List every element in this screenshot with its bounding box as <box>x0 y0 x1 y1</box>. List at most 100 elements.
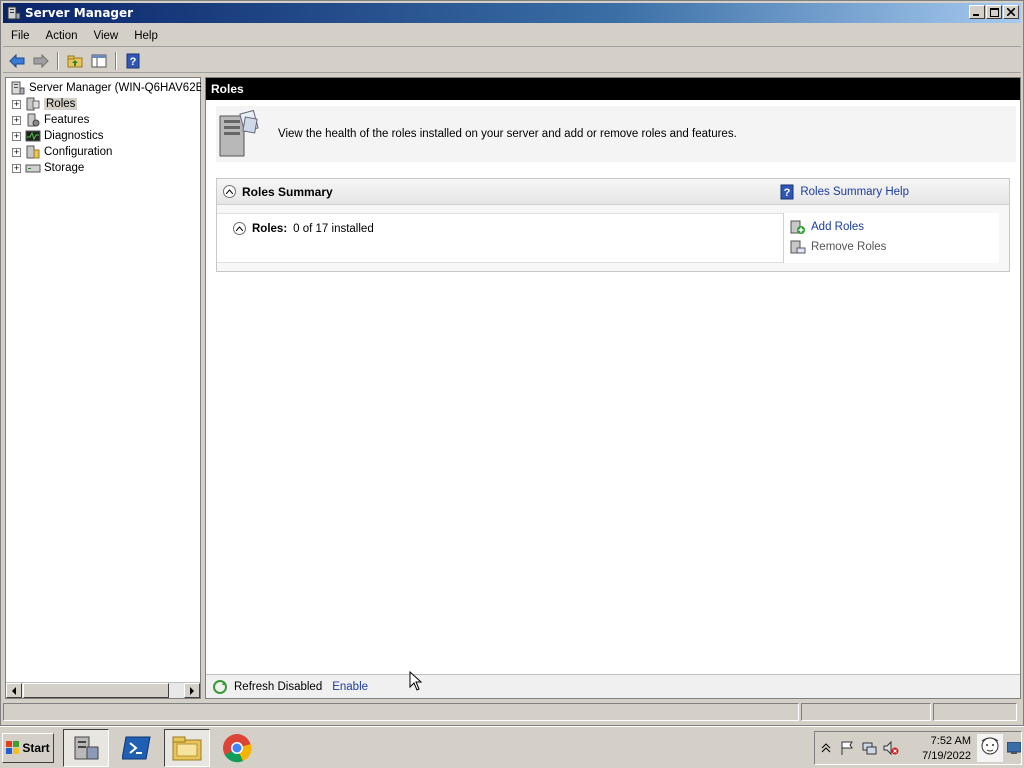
user-avatar-icon[interactable] <box>977 734 1003 762</box>
expand-icon[interactable]: + <box>12 163 21 173</box>
status-bar <box>3 703 1021 721</box>
scroll-left-icon <box>12 686 16 695</box>
taskbar: Start 7:52 AM 7/19/2022 <box>0 726 1024 768</box>
roles-label: Roles: <box>252 222 288 235</box>
clock-time: 7:52 AM <box>930 735 971 747</box>
tree-item-configuration[interactable]: + Configuration <box>12 144 112 160</box>
windows-logo-icon <box>6 741 20 754</box>
folder-up-icon <box>67 55 83 67</box>
close-icon <box>1007 8 1015 16</box>
expand-icon[interactable]: + <box>12 115 21 125</box>
remove-roles-label: Remove Roles <box>811 241 887 253</box>
taskbar-server-manager[interactable] <box>63 729 109 767</box>
chevron-up-icon <box>226 189 233 194</box>
mouse-cursor-icon <box>409 670 423 694</box>
tree-item-label: Storage <box>44 162 85 174</box>
close-button[interactable] <box>1003 5 1019 19</box>
toolbar-separator <box>115 51 117 70</box>
tree-item-features[interactable]: + Features <box>12 112 89 128</box>
scroll-left-button[interactable] <box>6 683 22 698</box>
svg-text:?: ? <box>784 187 791 199</box>
back-button[interactable] <box>7 51 27 71</box>
roles-summary-header: Roles Summary ? Roles Summary Help <box>217 179 1009 205</box>
intro-banner: View the health of the roles installed o… <box>216 106 1016 162</box>
title-bar[interactable]: Server Manager <box>3 3 1021 23</box>
tree-item-roles[interactable]: + Roles <box>12 96 78 112</box>
server-roles-illustration-icon <box>219 109 259 157</box>
roles-summary-help-link[interactable]: ? Roles Summary Help <box>780 184 909 200</box>
volume-muted-icon[interactable] <box>883 740 899 756</box>
features-icon <box>27 113 40 127</box>
roles-actions-panel: Add Roles Remove Roles <box>783 213 999 263</box>
collapse-roles-button[interactable] <box>233 222 246 235</box>
roles-content-pane: Roles View the health of the roles insta… <box>205 77 1021 699</box>
up-folder-button[interactable] <box>65 51 85 71</box>
taskbar-file-explorer[interactable] <box>164 729 210 767</box>
refresh-status-text: Refresh Disabled <box>234 680 323 693</box>
forward-button[interactable] <box>31 51 51 71</box>
menu-action[interactable]: Action <box>38 30 86 42</box>
status-cell <box>801 703 931 721</box>
roles-installed-count: 0 of 17 installed <box>293 222 374 235</box>
tree-root-label: Server Manager (WIN-Q6HAV62BVI <box>29 82 215 94</box>
taskbar-chrome[interactable] <box>214 729 260 767</box>
expand-icon[interactable]: + <box>12 99 21 109</box>
collapse-roles-summary-button[interactable] <box>223 185 236 198</box>
status-cell <box>3 703 799 721</box>
toolbar-separator <box>57 51 59 70</box>
network-icon[interactable] <box>861 740 877 756</box>
scroll-right-button[interactable] <box>184 683 200 698</box>
tree-item-label: Diagnostics <box>44 130 104 142</box>
taskbar-powershell[interactable] <box>114 729 160 767</box>
tree-horizontal-scrollbar[interactable] <box>6 682 200 698</box>
minimize-button[interactable] <box>969 5 985 19</box>
action-center-flag-icon[interactable] <box>839 740 855 756</box>
enable-refresh-link[interactable]: Enable <box>332 681 368 693</box>
start-button[interactable]: Start <box>2 733 54 763</box>
tree-item-diagnostics[interactable]: + Diagnostics <box>12 128 103 144</box>
server-manager-icon <box>7 6 21 20</box>
tree-root[interactable]: Server Manager (WIN-Q6HAV62BVI <box>10 80 214 96</box>
scroll-right-icon <box>190 686 194 695</box>
add-roles-icon <box>790 220 805 234</box>
add-roles-label: Add Roles <box>811 221 865 233</box>
svg-text:?: ? <box>130 56 137 68</box>
remove-roles-link[interactable]: Remove Roles <box>790 237 993 257</box>
add-roles-link[interactable]: Add Roles <box>790 217 993 237</box>
server-manager-icon <box>74 736 99 760</box>
menu-help[interactable]: Help <box>126 30 166 42</box>
expand-icon[interactable]: + <box>12 131 21 141</box>
roles-count-line: Roles: 0 of 17 installed <box>233 222 374 235</box>
show-hide-console-tree-button[interactable] <box>89 51 109 71</box>
scroll-thumb[interactable] <box>23 683 169 698</box>
refresh-icon <box>213 679 227 694</box>
storage-icon <box>25 164 41 173</box>
powershell-icon <box>122 736 151 760</box>
menu-file[interactable]: File <box>3 30 38 42</box>
window-title: Server Manager <box>25 6 134 20</box>
show-hidden-icons-icon[interactable] <box>821 742 831 754</box>
roles-summary-title: Roles Summary <box>242 184 333 199</box>
start-label: Start <box>22 741 50 755</box>
clock-date: 7/19/2022 <box>922 750 971 762</box>
tree-item-label: Roles <box>44 98 78 110</box>
intro-text: View the health of the roles installed o… <box>278 128 737 140</box>
help-icon: ? <box>780 184 794 200</box>
show-desktop-icon[interactable] <box>1007 742 1021 754</box>
menu-bar: File Action View Help <box>3 25 1021 47</box>
tree-item-label: Features <box>44 114 90 126</box>
forward-arrow-icon <box>33 53 49 68</box>
server-icon <box>11 81 25 95</box>
help-button[interactable]: ? <box>123 51 143 71</box>
tree-item-label: Configuration <box>44 146 113 158</box>
help-icon: ? <box>126 53 140 68</box>
tree-item-storage[interactable]: + Storage <box>12 160 84 176</box>
roles-icon <box>26 97 40 111</box>
expand-icon[interactable]: + <box>12 147 21 157</box>
menu-view[interactable]: View <box>86 30 127 42</box>
console-tree: Server Manager (WIN-Q6HAV62BVI + Roles +… <box>5 77 214 699</box>
roles-summary-help-label: Roles Summary Help <box>800 186 909 198</box>
console-tree-icon <box>91 54 107 67</box>
maximize-button[interactable] <box>986 5 1002 19</box>
clock[interactable]: 7:52 AM 7/19/2022 <box>913 734 971 764</box>
